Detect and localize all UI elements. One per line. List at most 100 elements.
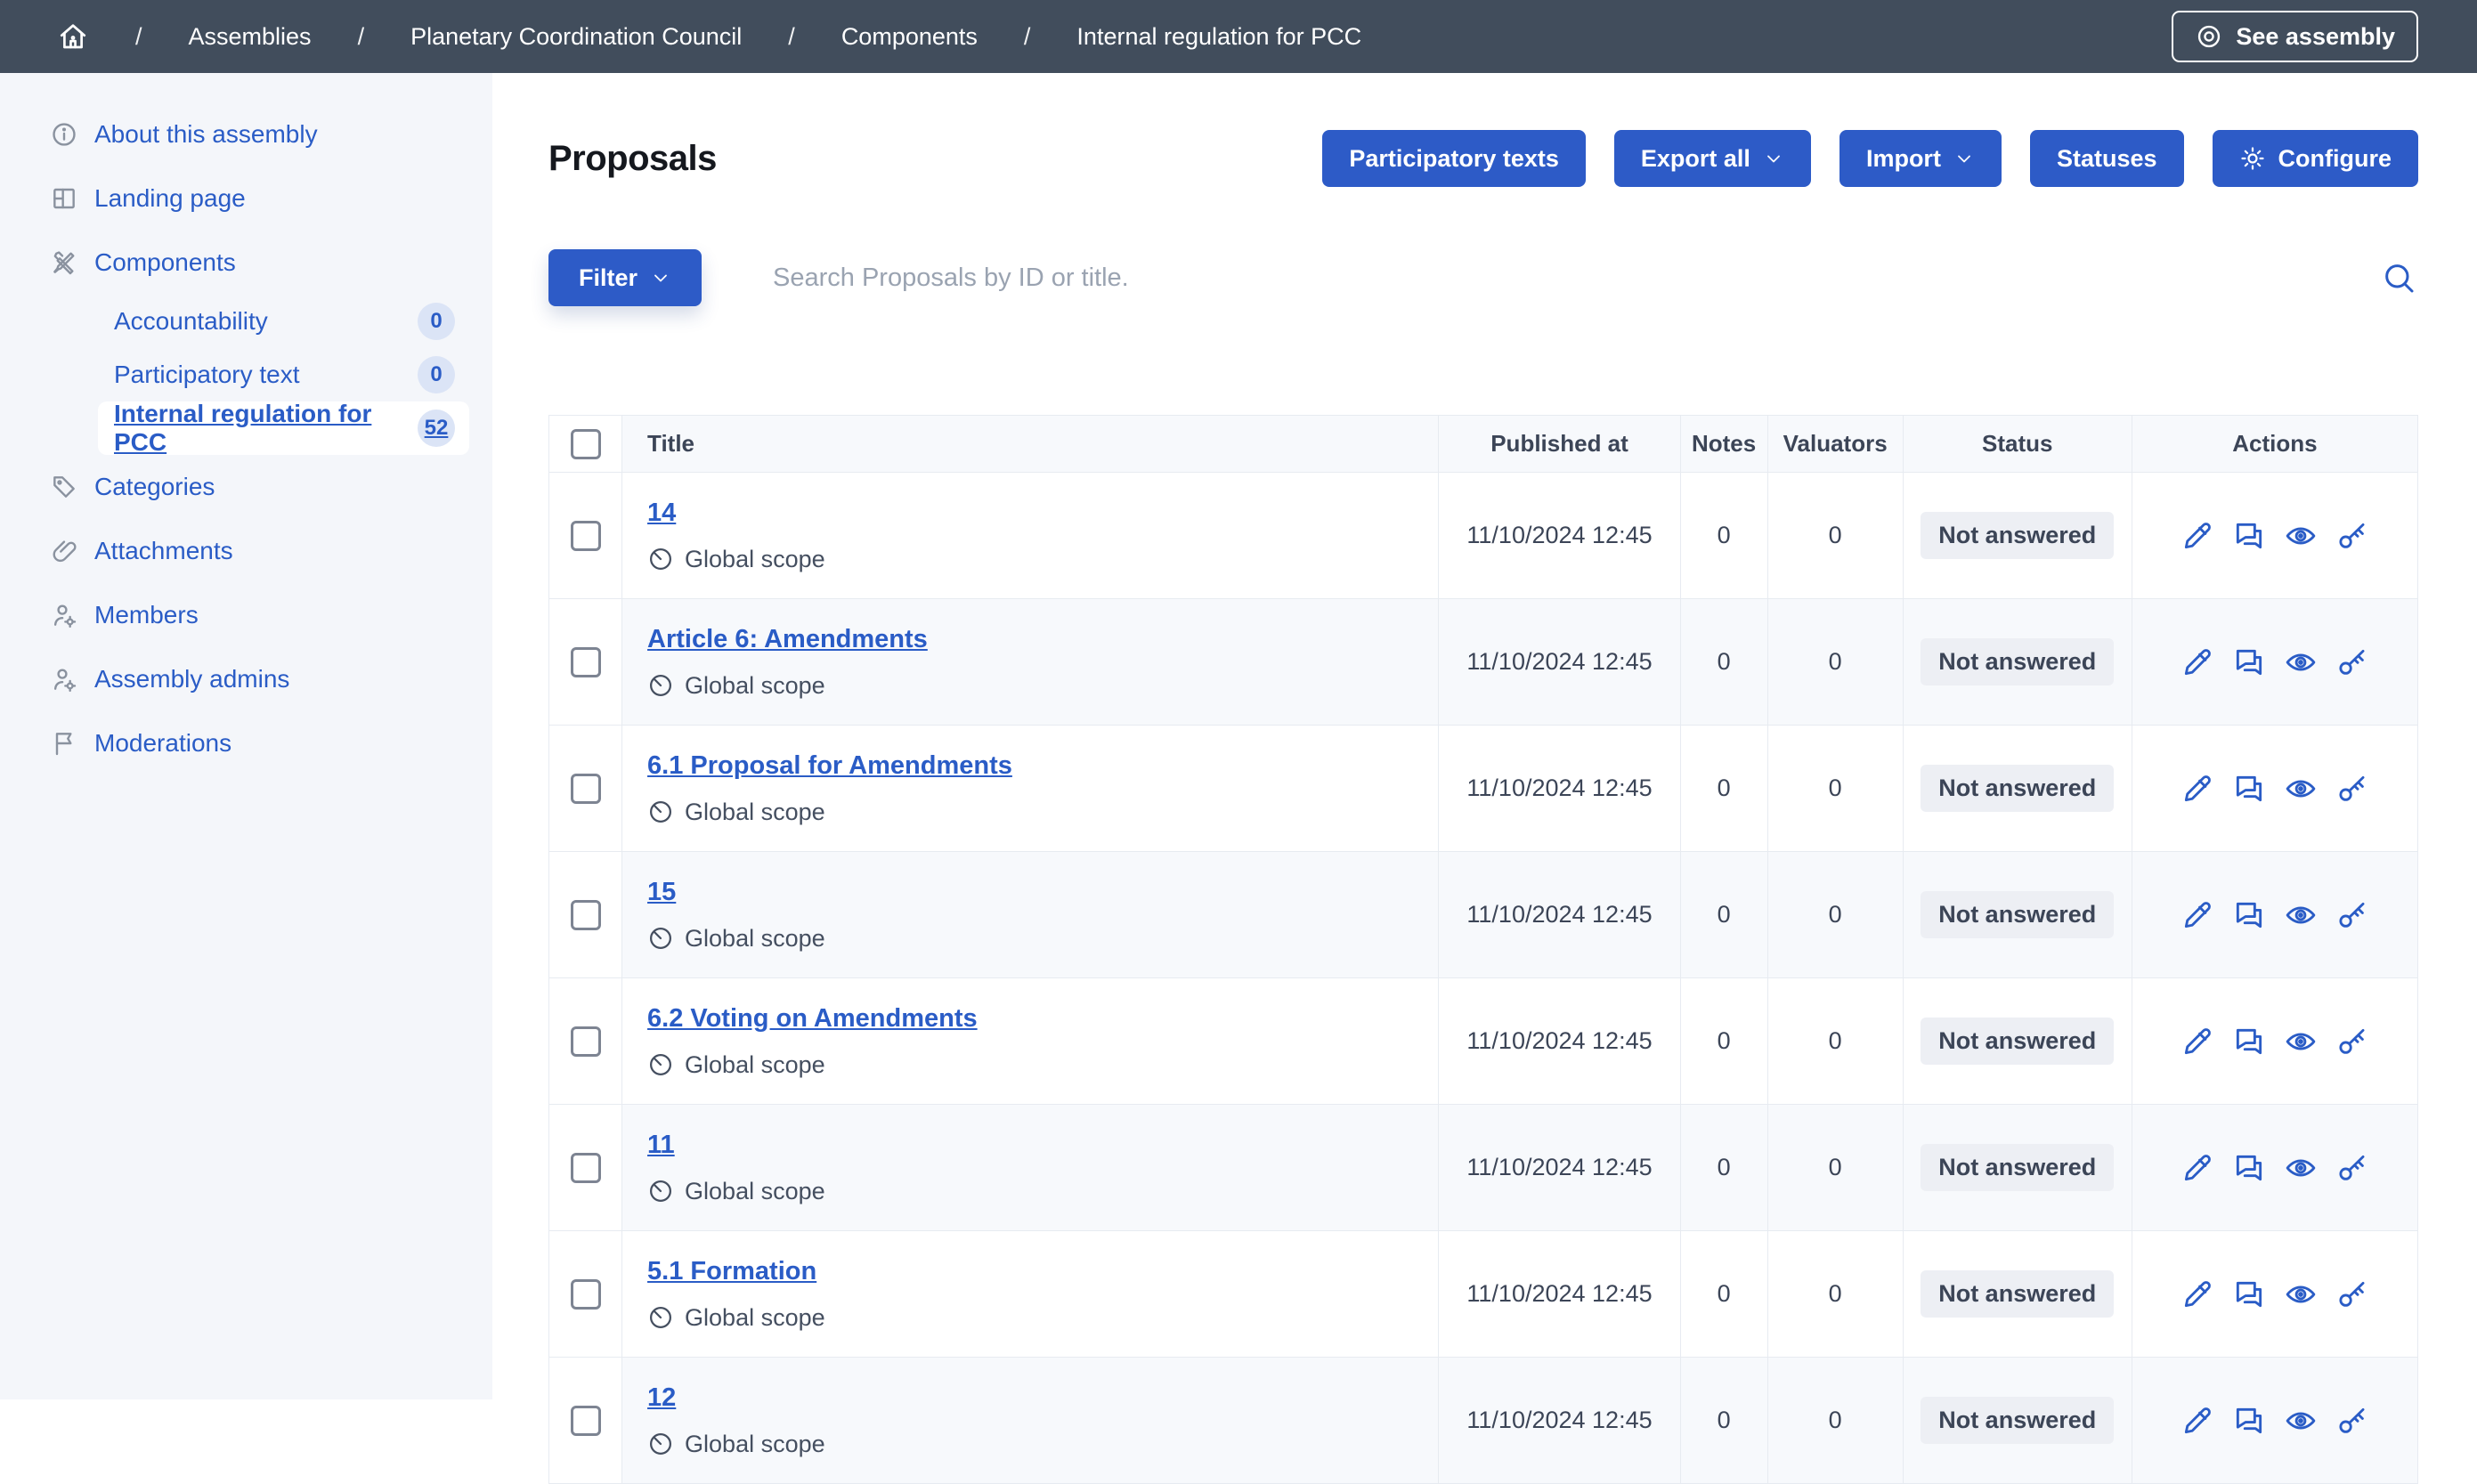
proposal-scope: Global scope [647, 925, 1438, 953]
gear-icon [2239, 145, 2266, 172]
configure-button[interactable]: Configure [2213, 130, 2419, 187]
search-input[interactable] [702, 264, 2418, 293]
breadcrumb-assemblies[interactable]: Assemblies [189, 23, 312, 51]
breadcrumb-assembly-name[interactable]: Planetary Coordination Council [410, 23, 742, 51]
global-scope-icon [647, 672, 674, 699]
proposal-title-link[interactable]: 6.1 Proposal for Amendments [647, 751, 1012, 781]
edit-icon[interactable] [2181, 519, 2214, 553]
sidebar-item-about[interactable]: About this assembly [0, 102, 492, 166]
row-checkbox[interactable] [571, 1279, 601, 1310]
export-all-button[interactable]: Export all [1614, 130, 1811, 187]
preview-icon[interactable] [2284, 519, 2318, 553]
answer-icon[interactable] [2232, 898, 2266, 932]
table-row: 6.2 Voting on Amendments Global scope 11… [549, 978, 2418, 1105]
column-header-valuators: Valuators [1767, 416, 1903, 473]
status-cell: Not answered [1903, 473, 2132, 599]
edit-icon[interactable] [2181, 898, 2214, 932]
permissions-icon[interactable] [2335, 1025, 2369, 1058]
edit-icon[interactable] [2181, 1277, 2214, 1311]
row-checkbox[interactable] [571, 1153, 601, 1183]
answer-icon[interactable] [2232, 772, 2266, 806]
select-all-cell [549, 416, 622, 473]
answer-icon[interactable] [2232, 1404, 2266, 1438]
row-select-cell [549, 726, 622, 852]
column-header-status: Status [1903, 416, 2132, 473]
breadcrumb-separator: / [135, 23, 142, 51]
notes-count: 0 [1680, 852, 1767, 978]
import-button[interactable]: Import [1839, 130, 2002, 187]
proposal-title-link[interactable]: 15 [647, 878, 676, 907]
answer-icon[interactable] [2232, 1025, 2266, 1058]
permissions-icon[interactable] [2335, 519, 2369, 553]
filter-button[interactable]: Filter [548, 249, 702, 306]
sidebar-item-components[interactable]: Components [0, 231, 492, 295]
permissions-icon[interactable] [2335, 898, 2369, 932]
sidebar-item-label: Assembly admins [94, 665, 289, 693]
edit-icon[interactable] [2181, 645, 2214, 679]
answer-icon[interactable] [2232, 1277, 2266, 1311]
see-assembly-button[interactable]: See assembly [2172, 11, 2418, 62]
sidebar-item-label: Attachments [94, 537, 233, 565]
proposal-title-link[interactable]: 5.1 Formation [647, 1257, 816, 1286]
statuses-button[interactable]: Statuses [2030, 130, 2184, 187]
status-cell: Not answered [1903, 978, 2132, 1105]
row-checkbox[interactable] [571, 774, 601, 804]
edit-icon[interactable] [2181, 1025, 2214, 1058]
sidebar-item-accountability[interactable]: Accountability 0 [98, 295, 469, 348]
row-checkbox[interactable] [571, 521, 601, 551]
answer-icon[interactable] [2232, 645, 2266, 679]
actions-cell [2132, 1105, 2417, 1231]
permissions-icon[interactable] [2335, 1404, 2369, 1438]
preview-icon[interactable] [2284, 772, 2318, 806]
sidebar-item-internal-regulation[interactable]: Internal regulation for PCC 52 [98, 401, 469, 455]
sidebar-item-assembly-admins[interactable]: Assembly admins [0, 647, 492, 711]
breadcrumb-current-component[interactable]: Internal regulation for PCC [1076, 23, 1361, 51]
permissions-icon[interactable] [2335, 1277, 2369, 1311]
edit-icon[interactable] [2181, 772, 2214, 806]
preview-icon[interactable] [2284, 1025, 2318, 1058]
proposal-title-link[interactable]: Article 6: Amendments [647, 625, 928, 654]
proposal-title-link[interactable]: 12 [647, 1383, 676, 1413]
info-icon [50, 120, 78, 149]
proposal-title-link[interactable]: 6.2 Voting on Amendments [647, 1004, 978, 1034]
row-checkbox[interactable] [571, 1406, 601, 1436]
preview-icon[interactable] [2284, 1277, 2318, 1311]
scope-label: Global scope [685, 546, 825, 573]
participatory-texts-button[interactable]: Participatory texts [1322, 130, 1586, 187]
sidebar-item-participatory-text[interactable]: Participatory text 0 [98, 348, 469, 401]
sidebar-item-categories[interactable]: Categories [0, 455, 492, 519]
preview-icon[interactable] [2284, 1151, 2318, 1185]
proposal-title-link[interactable]: 11 [647, 1131, 675, 1160]
select-all-checkbox[interactable] [571, 429, 601, 459]
chevron-down-icon [1763, 148, 1784, 169]
row-checkbox[interactable] [571, 900, 601, 930]
preview-icon[interactable] [2284, 1404, 2318, 1438]
sidebar-item-moderations[interactable]: Moderations [0, 711, 492, 775]
breadcrumb-components[interactable]: Components [841, 23, 978, 51]
answer-icon[interactable] [2232, 1151, 2266, 1185]
edit-icon[interactable] [2181, 1404, 2214, 1438]
permissions-icon[interactable] [2335, 645, 2369, 679]
preview-icon[interactable] [2284, 645, 2318, 679]
paperclip-icon [50, 537, 78, 565]
permissions-icon[interactable] [2335, 772, 2369, 806]
answer-icon[interactable] [2232, 519, 2266, 553]
scope-label: Global scope [685, 799, 825, 826]
edit-icon[interactable] [2181, 1151, 2214, 1185]
scope-label: Global scope [685, 1051, 825, 1079]
home-breadcrumb-link[interactable] [57, 20, 89, 53]
preview-icon[interactable] [2284, 898, 2318, 932]
sidebar-item-members[interactable]: Members [0, 583, 492, 647]
sidebar-item-landing-page[interactable]: Landing page [0, 166, 492, 231]
search-button[interactable] [2381, 260, 2416, 296]
row-checkbox[interactable] [571, 1026, 601, 1057]
status-badge: Not answered [1921, 765, 2114, 812]
global-scope-icon [647, 1304, 674, 1331]
sidebar-item-attachments[interactable]: Attachments [0, 519, 492, 583]
table-row: 5.1 Formation Global scope 11/10/2024 12… [549, 1231, 2418, 1358]
proposal-title-link[interactable]: 14 [647, 499, 676, 528]
proposals-table: Title Published at Notes Valuators Statu… [548, 415, 2418, 1484]
row-checkbox[interactable] [571, 647, 601, 677]
status-badge: Not answered [1921, 1270, 2114, 1318]
permissions-icon[interactable] [2335, 1151, 2369, 1185]
